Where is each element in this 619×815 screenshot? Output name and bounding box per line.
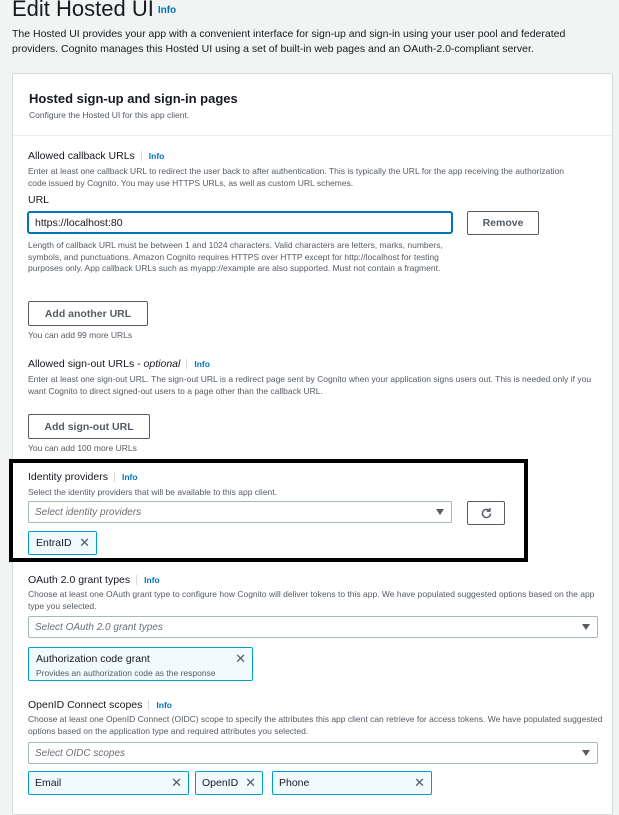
token-label: Phone	[279, 777, 310, 789]
token-openid: OpenID ✕	[195, 771, 263, 795]
token-label: Email	[35, 777, 62, 789]
panel-title: Hosted sign-up and sign-in pages	[29, 91, 238, 106]
token-label: Authorization code grant	[36, 653, 150, 665]
callback-description: Enter at least one callback URL to redir…	[28, 166, 564, 188]
callback-info-link[interactable]: Info	[140, 151, 164, 161]
add-another-url-button[interactable]: Add another URL	[28, 301, 148, 326]
caret-down-icon	[582, 750, 590, 756]
oauth-info-link[interactable]: Info	[136, 575, 160, 585]
token-label: OpenID	[202, 777, 239, 789]
highlight-box	[9, 459, 528, 562]
close-icon[interactable]: ✕	[245, 775, 256, 791]
token-phone: Phone ✕	[272, 771, 432, 795]
close-icon[interactable]: ✕	[414, 775, 425, 791]
close-icon[interactable]: ✕	[235, 651, 246, 667]
title-info-link[interactable]: Info	[158, 5, 176, 16]
url-label: URL	[28, 194, 50, 206]
oauth-grant-types-select[interactable]: Select OAuth 2.0 grant types	[28, 616, 598, 638]
callback-url-input[interactable]: https://localhost:80	[28, 212, 452, 233]
page-description: The Hosted UI provides your app with a c…	[12, 28, 566, 55]
callback-constraint-text: Length of callback URL must be between 1…	[28, 240, 443, 273]
close-icon[interactable]: ✕	[171, 775, 182, 791]
token-authorization-code-grant: Authorization code grant Provides an aut…	[28, 647, 253, 681]
oidc-scopes-label: OpenID Connect scopes Info	[28, 699, 172, 711]
signout-urls-label: Allowed sign-out URLs - optional Info	[28, 358, 210, 370]
signout-description: Enter at least one sign-out URL. The sig…	[28, 374, 592, 396]
signout-remaining-count: You can add 100 more URLs	[28, 443, 137, 453]
callback-remaining-count: You can add 99 more URLs	[28, 330, 133, 340]
oidc-description: Choose at least one OpenID Connect (OIDC…	[28, 714, 603, 736]
add-signout-url-button[interactable]: Add sign-out URL	[28, 414, 150, 439]
remove-url-button[interactable]: Remove	[467, 211, 539, 235]
oauth-grant-types-label: OAuth 2.0 grant types Info	[28, 574, 160, 586]
page-title: Edit Hosted UI Info	[12, 0, 177, 21]
caret-down-icon	[582, 624, 590, 630]
oidc-info-link[interactable]: Info	[148, 700, 172, 710]
optional-text: optional	[143, 358, 181, 370]
token-email: Email ✕	[28, 771, 189, 795]
callback-urls-label: Allowed callback URLs Info	[28, 150, 165, 162]
oidc-scopes-select[interactable]: Select OIDC scopes	[28, 742, 598, 764]
panel-subtitle: Configure the Hosted UI for this app cli…	[29, 110, 190, 120]
token-description: Provides an authorization code as the re…	[36, 668, 216, 678]
signout-info-link[interactable]: Info	[186, 359, 210, 369]
oauth-description: Choose at least one OAuth grant type to …	[28, 589, 595, 611]
panel-header: Hosted sign-up and sign-in pages Configu…	[13, 74, 612, 136]
